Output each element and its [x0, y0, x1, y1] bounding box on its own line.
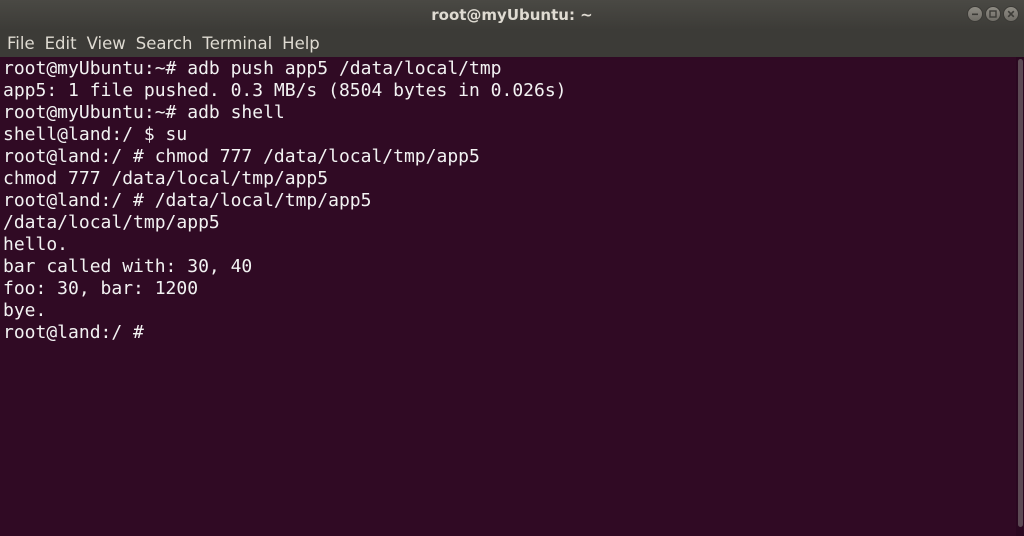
- terminal-output[interactable]: root@myUbuntu:~# adb push app5 /data/loc…: [0, 57, 1016, 536]
- terminal-line: /data/local/tmp/app5: [3, 212, 220, 233]
- terminal-line: bar called with: 30, 40: [3, 256, 253, 277]
- window-title: root@myUbuntu: ~: [431, 6, 593, 24]
- scrollbar-thumb[interactable]: [1018, 59, 1023, 527]
- menu-search[interactable]: Search: [131, 31, 198, 57]
- terminal-line: foo: 30, bar: 1200: [3, 278, 199, 299]
- menu-view[interactable]: View: [82, 31, 131, 57]
- vertical-scrollbar[interactable]: [1016, 57, 1024, 536]
- terminal-line: root@land:/ # /data/local/tmp/app5: [3, 190, 372, 211]
- window-controls: [967, 6, 1019, 24]
- menu-bar: File Edit View Search Terminal Help: [0, 30, 1024, 57]
- terminal-line: shell@land:/ $ su: [3, 124, 188, 145]
- terminal-window: root@myUbuntu: ~ File Edit View Search T…: [0, 0, 1024, 536]
- close-icon: [1007, 10, 1015, 18]
- minimize-button[interactable]: [967, 6, 983, 22]
- terminal-line: root@land:/ # chmod 777 /data/local/tmp/…: [3, 146, 480, 167]
- menu-help[interactable]: Help: [277, 31, 325, 57]
- close-button[interactable]: [1003, 6, 1019, 22]
- menu-terminal[interactable]: Terminal: [197, 31, 277, 57]
- terminal-line: root@myUbuntu:~# adb shell: [3, 102, 285, 123]
- menu-edit[interactable]: Edit: [40, 31, 82, 57]
- maximize-button[interactable]: [985, 6, 1001, 22]
- terminal-prompt-line[interactable]: root@land:/ #: [3, 322, 1013, 344]
- terminal-line: root@myUbuntu:~# adb push app5 /data/loc…: [3, 58, 502, 79]
- terminal-line: chmod 777 /data/local/tmp/app5: [3, 168, 329, 189]
- menu-file[interactable]: File: [2, 31, 40, 57]
- terminal-line: hello.: [3, 234, 69, 255]
- title-bar[interactable]: root@myUbuntu: ~: [0, 0, 1024, 30]
- minimize-icon: [972, 13, 978, 16]
- terminal-line: bye.: [3, 300, 47, 321]
- maximize-icon: [989, 10, 997, 18]
- terminal-line: app5: 1 file pushed. 0.3 MB/s (8504 byte…: [3, 80, 567, 101]
